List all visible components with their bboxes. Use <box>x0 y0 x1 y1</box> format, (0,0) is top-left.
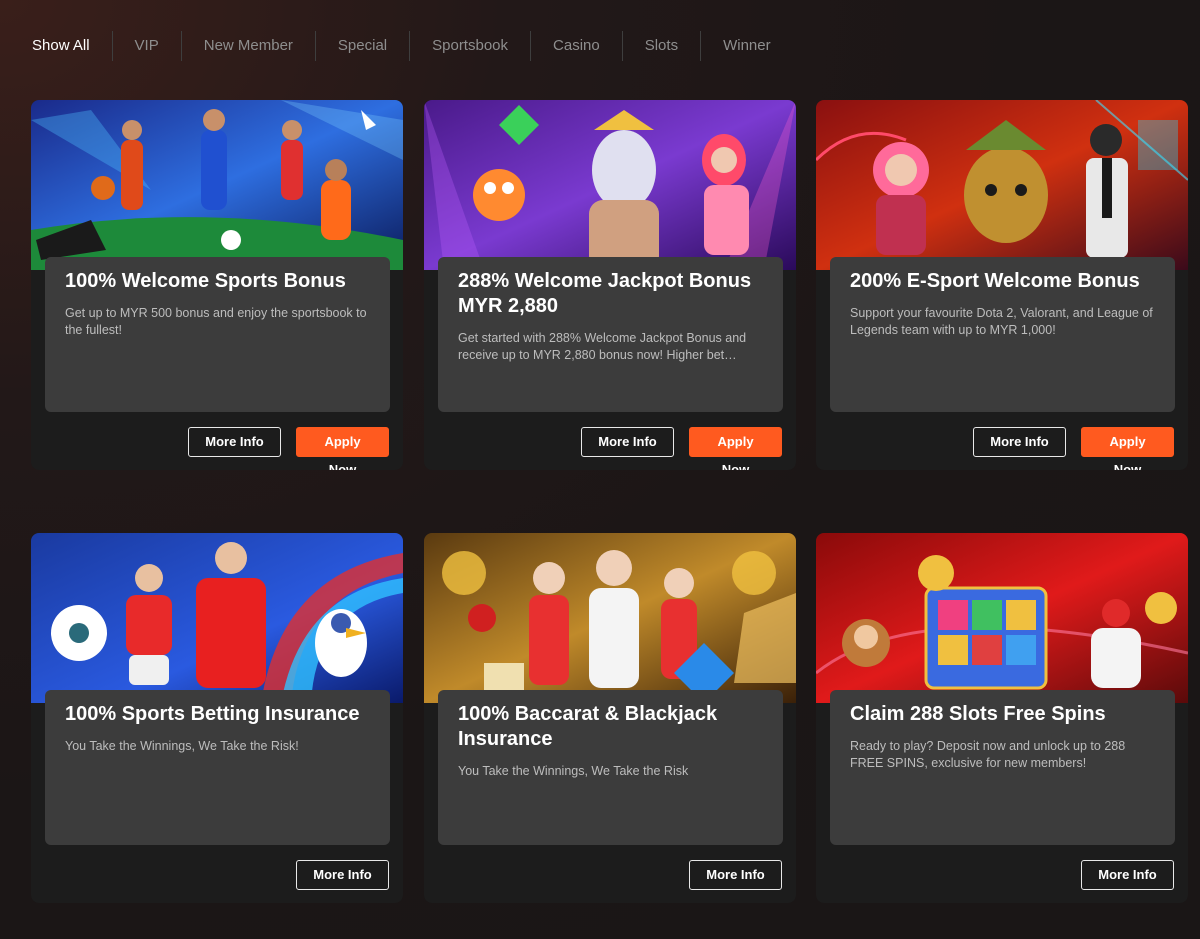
football-banner[interactable] <box>31 533 403 703</box>
promo-description: You Take the Winnings, We Take the Risk! <box>65 739 299 753</box>
tab-special[interactable]: Special <box>314 31 409 61</box>
slot-characters-banner[interactable] <box>424 100 796 270</box>
promo-card-slots-free-spins: Claim 288 Slots Free Spins Ready to play… <box>816 533 1188 903</box>
promo-info-panel: 100% Welcome Sports Bonus Get up to MYR … <box>45 257 390 412</box>
tab-slots[interactable]: Slots <box>621 31 700 61</box>
promo-title: Claim 288 Slots Free Spins <box>850 703 1106 725</box>
promo-title: 100% Welcome Sports Bonus <box>65 270 346 292</box>
promo-actions: More Info <box>1081 860 1174 890</box>
promo-title: 288% Welcome Jackpot Bonus MYR 2,880 <box>458 270 752 317</box>
more-info-button[interactable]: More Info <box>581 427 674 457</box>
promo-info-panel: 200% E-Sport Welcome Bonus Support your … <box>830 257 1175 412</box>
more-info-button[interactable]: More Info <box>188 427 281 457</box>
promo-description: Get started with 288% Welcome Jackpot Bo… <box>458 331 747 362</box>
promo-card-welcome-jackpot: 288% Welcome Jackpot Bonus MYR 2,880 Get… <box>424 100 796 470</box>
more-info-button[interactable]: More Info <box>1081 860 1174 890</box>
tab-show-all[interactable]: Show All <box>14 31 112 61</box>
more-info-button[interactable]: More Info <box>689 860 782 890</box>
promo-actions: More Info <box>689 860 782 890</box>
esport-characters-banner[interactable] <box>816 100 1188 270</box>
promo-actions: More Info Apply Now <box>581 427 782 470</box>
tab-winner[interactable]: Winner <box>700 31 793 61</box>
promo-description: Get up to MYR 500 bonus and enjoy the sp… <box>65 306 367 337</box>
promo-info-panel: Claim 288 Slots Free Spins Ready to play… <box>830 690 1175 845</box>
promo-info-panel: 100% Baccarat & Blackjack Insurance You … <box>438 690 783 845</box>
promo-title: 100% Baccarat & Blackjack Insurance <box>458 703 718 750</box>
apply-now-button[interactable]: Apply Now <box>296 427 389 470</box>
promo-description: Ready to play? Deposit now and unlock up… <box>850 739 1126 770</box>
promo-title: 200% E-Sport Welcome Bonus <box>850 270 1140 292</box>
promo-description: Support your favourite Dota 2, Valorant,… <box>850 306 1153 337</box>
promo-card-esport-welcome: 200% E-Sport Welcome Bonus Support your … <box>816 100 1188 470</box>
promo-actions: More Info <box>296 860 389 890</box>
promo-description: You Take the Winnings, We Take the Risk <box>458 764 689 778</box>
tab-new-member[interactable]: New Member <box>180 31 315 61</box>
apply-now-button[interactable]: Apply Now <box>689 427 782 470</box>
more-info-button[interactable]: More Info <box>296 860 389 890</box>
more-info-button[interactable]: More Info <box>973 427 1066 457</box>
promo-title: 100% Sports Betting Insurance <box>65 703 360 725</box>
sports-players-banner[interactable] <box>31 100 403 270</box>
promo-actions: More Info Apply Now <box>973 427 1174 470</box>
promo-card-sports-insurance: 100% Sports Betting Insurance You Take t… <box>31 533 403 903</box>
apply-now-button[interactable]: Apply Now <box>1081 427 1174 470</box>
promo-card-baccarat-insurance: 100% Baccarat & Blackjack Insurance You … <box>424 533 796 903</box>
promo-info-panel: 288% Welcome Jackpot Bonus MYR 2,880 Get… <box>438 257 783 412</box>
slots-free-spins-banner[interactable] <box>816 533 1188 703</box>
tab-casino[interactable]: Casino <box>530 31 622 61</box>
promo-card-welcome-sports: 100% Welcome Sports Bonus Get up to MYR … <box>31 100 403 470</box>
live-casino-banner[interactable] <box>424 533 796 703</box>
promo-actions: More Info Apply Now <box>188 427 389 470</box>
promo-info-panel: 100% Sports Betting Insurance You Take t… <box>45 690 390 845</box>
tab-vip[interactable]: VIP <box>111 31 181 61</box>
promo-category-tabs: Show All VIP New Member Special Sportsbo… <box>14 30 793 62</box>
tab-sportsbook[interactable]: Sportsbook <box>409 31 530 61</box>
